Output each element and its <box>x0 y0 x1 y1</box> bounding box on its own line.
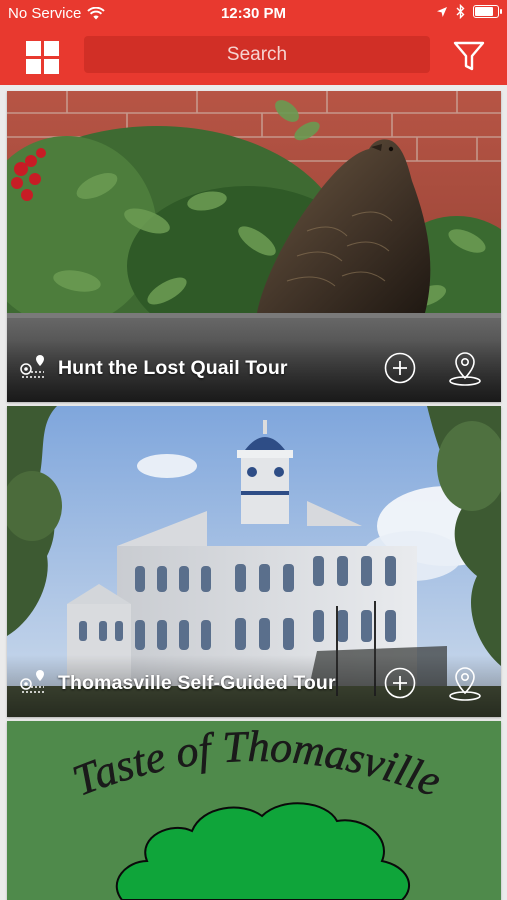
taste-of-thomasville-logo: Taste of Thomasville <box>7 721 501 900</box>
tour-card-lost-quail[interactable]: Hunt the Lost Quail Tour <box>7 91 501 402</box>
walking-tour-icon <box>20 670 46 693</box>
plus-circle-icon[interactable] <box>384 352 416 384</box>
navigation-bar: Search <box>0 28 507 85</box>
tour-card-taste-of-thomasville[interactable]: Taste of Thomasville <box>7 721 501 900</box>
grid-menu-button[interactable] <box>26 41 59 74</box>
location-arrow-icon <box>437 6 447 17</box>
battery-icon <box>473 5 502 18</box>
grid-icon <box>26 41 41 56</box>
bluetooth-icon <box>456 4 465 19</box>
status-bar: No Service 12:30 PM <box>0 0 507 28</box>
map-pin-icon[interactable] <box>448 351 482 387</box>
map-pin-icon[interactable] <box>448 666 482 702</box>
tour-title: Hunt the Lost Quail Tour <box>58 357 288 379</box>
plus-circle-icon[interactable] <box>384 667 416 699</box>
walking-tour-icon <box>20 355 46 378</box>
filter-icon[interactable] <box>452 39 486 73</box>
status-time: 12:30 PM <box>220 5 287 22</box>
tour-card-thomasville-self-guided[interactable]: Thomasville Self-Guided Tour <box>7 406 501 717</box>
search-input[interactable]: Search <box>84 36 430 73</box>
tour-title: Thomasville Self-Guided Tour <box>58 672 336 694</box>
